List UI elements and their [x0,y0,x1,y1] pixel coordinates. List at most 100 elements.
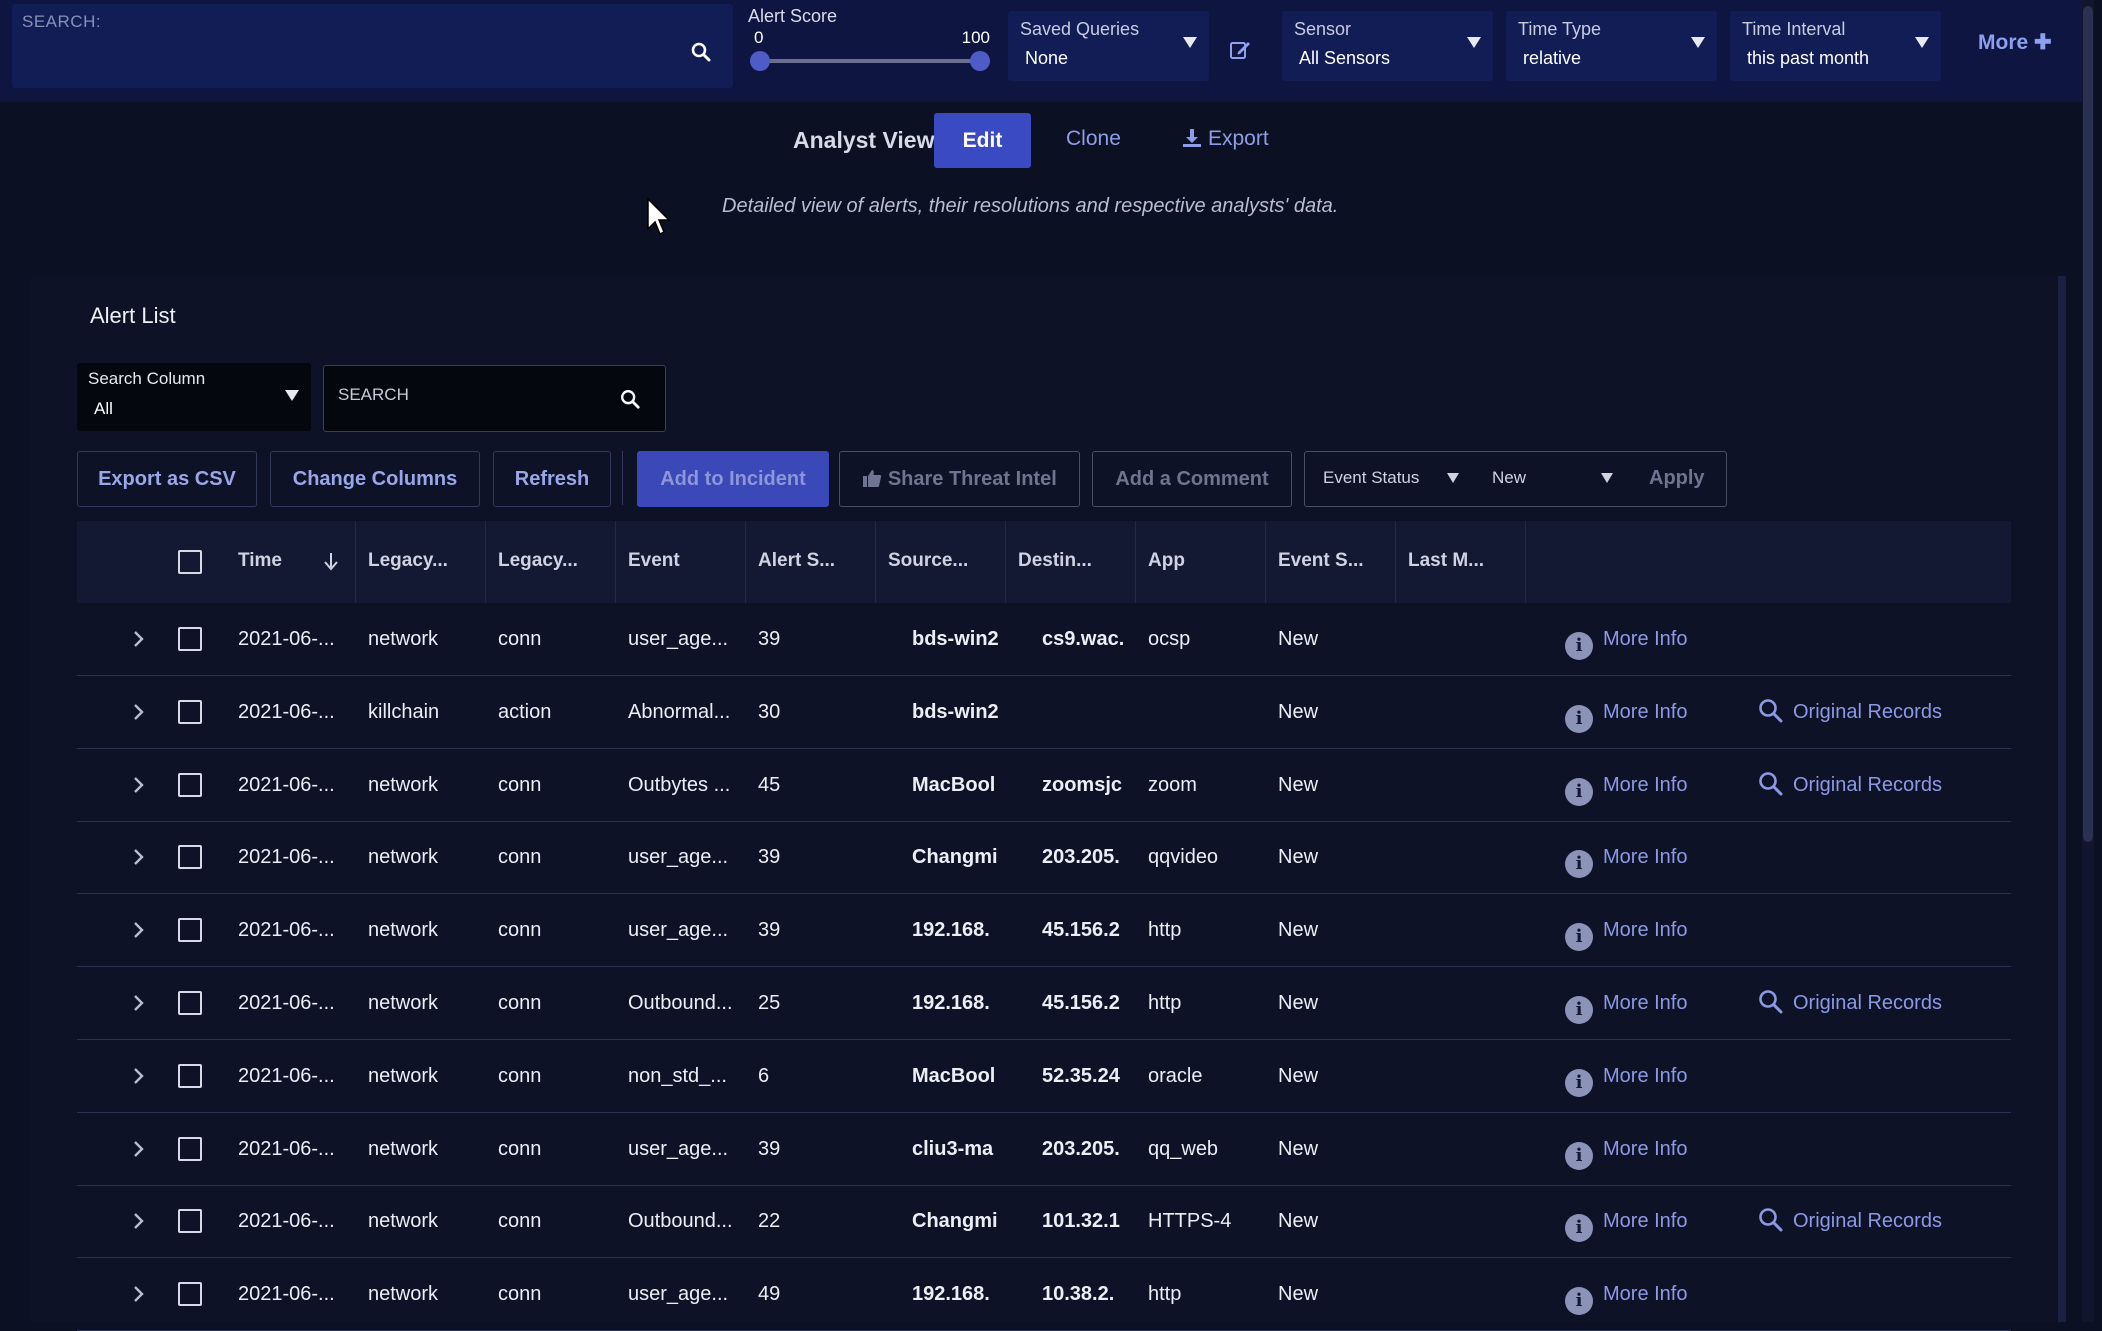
chevron-right-icon[interactable] [133,1067,145,1085]
time-type-dropdown[interactable]: Time Type relative [1506,11,1717,81]
row-checkbox[interactable] [178,918,202,943]
table-row[interactable]: 2021-06-... network conn Outbound... 25 192.1… [77,967,2011,1040]
row-checkbox[interactable] [178,1063,202,1088]
chevron-right-icon[interactable] [133,921,145,939]
caret-down-icon[interactable] [1447,473,1459,483]
info-icon: i [1565,996,1593,1024]
row-checkbox[interactable] [178,772,202,797]
table-row[interactable]: 2021-06-... network conn Outbytes ... 45 MacB… [77,749,2011,822]
more-info-button[interactable]: i More Info [1565,749,1687,821]
event-status-value[interactable]: New [1492,468,1526,488]
global-search-field[interactable]: SEARCH: [12,4,733,88]
more-info-button[interactable]: i More Info [1565,603,1687,675]
more-info-button[interactable]: i More Info [1565,1113,1687,1185]
chevron-right-icon[interactable] [133,848,145,866]
add-comment-button[interactable]: Add a Comment [1092,451,1292,507]
column-header-alert-score[interactable]: Alert S... [758,550,835,572]
export-csv-button[interactable]: Export as CSV [77,451,257,507]
column-header-source[interactable]: Source... [888,550,968,572]
chevron-right-icon[interactable] [133,703,145,721]
event-status-label[interactable]: Event Status [1323,468,1419,488]
chevron-right-icon[interactable] [133,776,145,794]
page-scrollbar-thumb[interactable] [2083,6,2093,842]
export-view-button[interactable]: Export [1182,127,1269,151]
table-row[interactable]: 2021-06-... killchain action Abnormal... 30 b… [77,676,2011,749]
alert-score-min-handle[interactable] [750,51,770,71]
column-header-legacy-2[interactable]: Legacy... [498,550,578,572]
apply-status-button[interactable]: Apply [1649,467,1705,490]
table-row[interactable]: 2021-06-... network conn user_age... 39 bds-w… [77,603,2011,676]
more-info-button[interactable]: i More Info [1565,821,1687,893]
chevron-right-icon[interactable] [133,1212,145,1230]
row-checkbox[interactable] [178,845,202,870]
original-records-button[interactable]: Original Records [1757,967,1942,1039]
table-row[interactable]: 2021-06-... network conn user_age... 39 192.1… [77,894,2011,968]
column-divider[interactable] [1135,521,1136,603]
edit-view-button[interactable]: Edit [934,113,1031,168]
add-to-incident-button[interactable]: Add to Incident [637,451,829,507]
original-records-button[interactable]: Original Records [1757,1185,1942,1257]
column-header-app[interactable]: App [1148,550,1185,572]
original-records-button[interactable]: Original Records [1757,749,1942,821]
caret-down-icon[interactable] [1601,473,1613,483]
column-divider[interactable] [1005,521,1006,603]
sort-descending-icon[interactable] [323,551,339,571]
search-column-dropdown[interactable]: Search Column All [77,363,311,431]
row-checkbox[interactable] [178,1282,202,1307]
more-info-button[interactable]: i More Info [1565,894,1687,966]
row-checkbox[interactable] [178,627,202,651]
column-divider[interactable] [355,521,356,603]
column-divider[interactable] [745,521,746,603]
cell-source: 192.168. [912,1283,990,1306]
table-row[interactable]: 2021-06-... network conn user_age... 39 Chang… [77,821,2011,895]
more-info-button[interactable]: i More Info [1565,967,1687,1039]
chevron-right-icon[interactable] [133,994,145,1012]
column-divider[interactable] [485,521,486,603]
original-records-button[interactable]: Original Records [1757,676,1942,748]
more-info-button[interactable]: i More Info [1565,1185,1687,1257]
alert-score-max-handle[interactable] [970,51,990,71]
column-header-event[interactable]: Event [628,550,680,572]
original-records-label: Original Records [1793,700,1942,723]
column-header-last-modified[interactable]: Last M... [1408,550,1484,572]
panel-scrollbar[interactable] [2058,276,2066,1322]
time-interval-dropdown[interactable]: Time Interval this past month [1730,11,1941,81]
table-row[interactable]: 2021-06-... network conn user_age... 39 cliu3… [77,1113,2011,1186]
column-header-legacy-1[interactable]: Legacy... [368,550,448,572]
change-columns-button[interactable]: Change Columns [270,451,480,507]
cell-source: bds-win2 [912,700,999,723]
chevron-right-icon[interactable] [133,1140,145,1158]
table-search-input[interactable] [336,384,600,406]
column-header-time[interactable]: Time [238,550,282,572]
column-header-event-status[interactable]: Event S... [1278,550,1364,572]
row-checkbox[interactable] [178,991,202,1015]
refresh-button[interactable]: Refresh [493,451,611,507]
row-checkbox[interactable] [178,699,202,724]
search-icon[interactable] [619,388,641,410]
more-info-button[interactable]: i More Info [1565,676,1687,748]
select-all-checkbox[interactable] [178,550,202,574]
column-divider[interactable] [875,521,876,603]
column-divider[interactable] [1265,521,1266,603]
column-header-destination[interactable]: Destin... [1018,550,1092,572]
table-row[interactable]: 2021-06-... network conn user_age... 49 192.1… [77,1258,2011,1331]
more-info-button[interactable]: i More Info [1565,1040,1687,1112]
clone-view-button[interactable]: Clone [1066,127,1121,151]
more-info-button[interactable]: i More Info [1565,1258,1687,1330]
more-filters-button[interactable]: More ✚ [1978,30,2052,55]
column-divider[interactable] [1525,521,1526,603]
column-divider[interactable] [1395,521,1396,603]
row-checkbox[interactable] [178,1136,202,1161]
search-icon[interactable] [689,40,713,64]
sensor-dropdown[interactable]: Sensor All Sensors [1282,11,1493,81]
row-checkbox[interactable] [178,1209,202,1234]
edit-query-icon[interactable] [1228,38,1252,62]
table-row[interactable]: 2021-06-... network conn Outbound... 22 Chang… [77,1185,2011,1259]
column-divider[interactable] [615,521,616,603]
share-threat-intel-button[interactable]: Share Threat Intel [839,451,1080,507]
chevron-right-icon[interactable] [133,630,145,648]
saved-queries-dropdown[interactable]: Saved Queries None [1008,11,1209,81]
table-row[interactable]: 2021-06-... network conn non_std_... 6 MacBoo… [77,1040,2011,1113]
alert-score-track[interactable] [760,59,982,63]
chevron-right-icon[interactable] [133,1285,145,1303]
